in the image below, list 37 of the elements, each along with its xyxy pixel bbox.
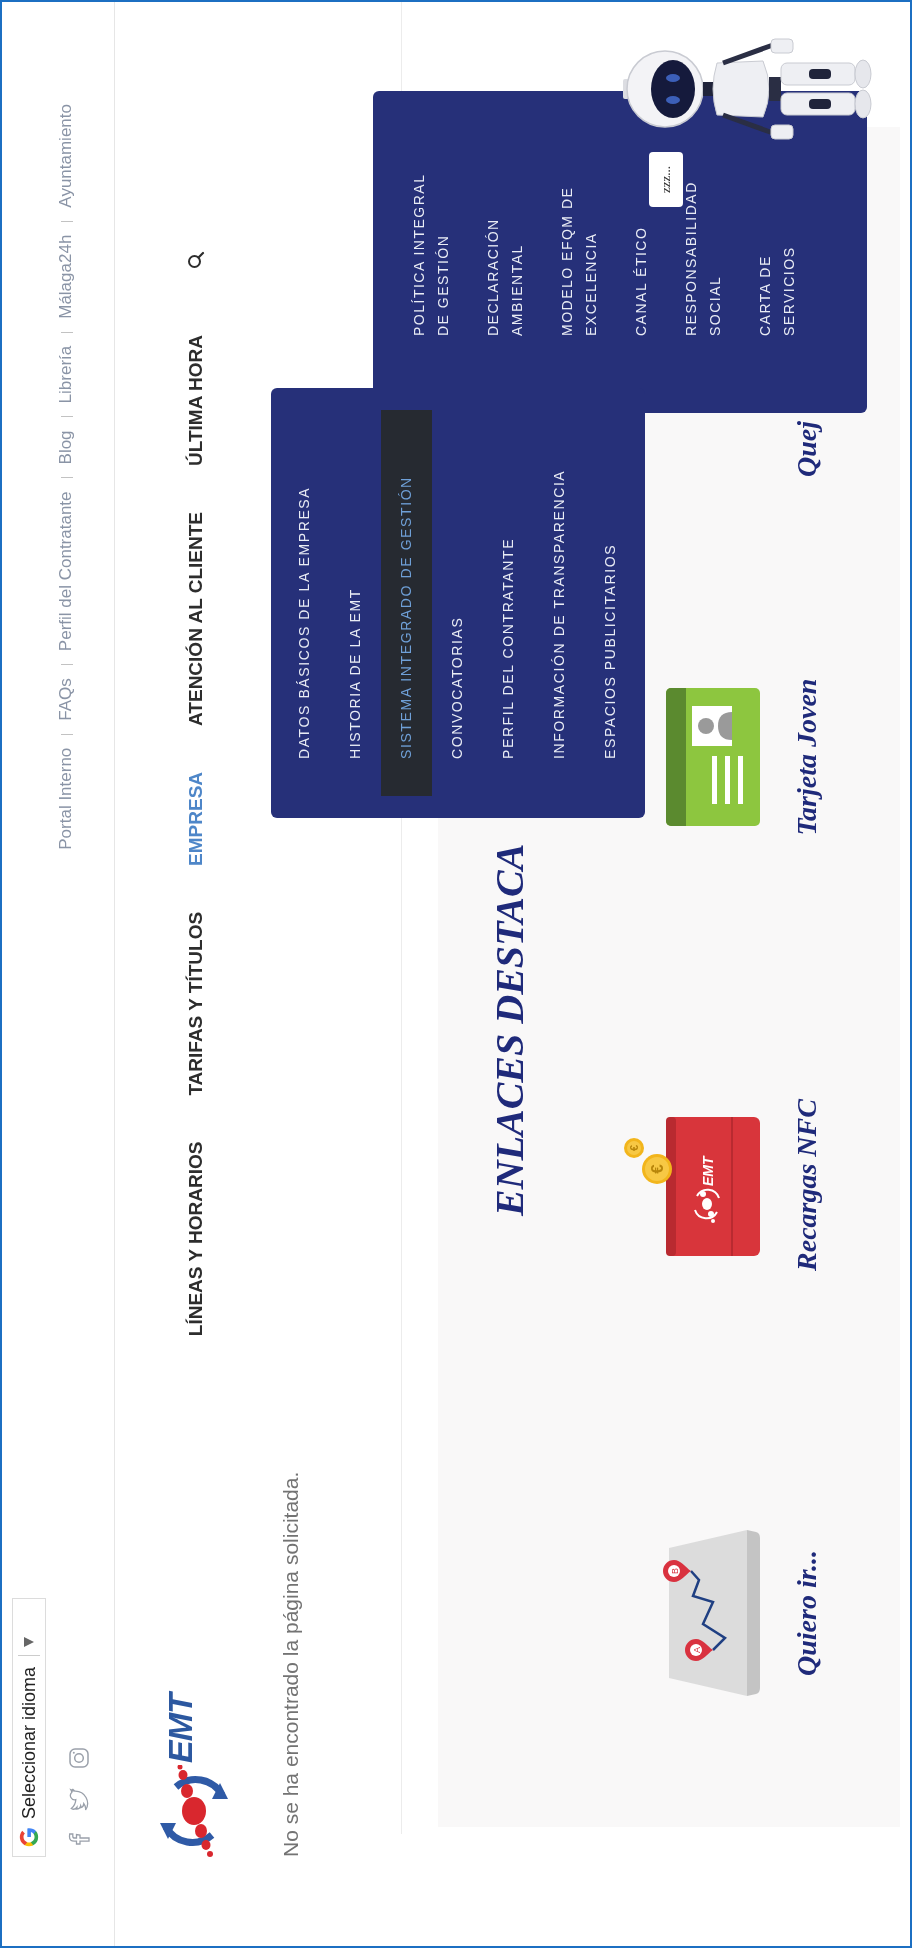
card-logo-text: EMT [700,1156,716,1186]
nav-link[interactable]: EMPRESA [185,771,207,866]
google-icon [18,1826,40,1848]
search-icon[interactable] [187,251,205,270]
error-message: No se ha encontrado la página solicitada. [278,1471,303,1857]
caret-icon [23,1635,35,1648]
coin-icon: € [624,1138,644,1158]
submenu-item[interactable]: POLÍTICA INTEGRAL DE GESTIÓN [407,166,455,336]
card-link[interactable]: Tarjeta Joven [790,678,824,836]
map-pin-icon: A [685,1639,713,1661]
submenu-item[interactable]: MODELO EFQM DE EXCELENCIA [555,166,603,336]
twitter-icon[interactable] [68,1787,90,1811]
nav-link[interactable]: TARIFAS Y TÍTULOS [185,911,207,1096]
nav-link[interactable]: ATENCIÓN AL CLIENTE [185,512,207,726]
menu-item[interactable]: DATOS BÁSICOS DE LA EMPRESA [279,410,330,796]
language-label: Seleccionar idioma [18,1666,40,1819]
language-select[interactable]: Seleccionar idioma [12,1598,46,1857]
card-link[interactable]: Recargas NFC [790,1099,824,1271]
nav-link[interactable]: ÚLTIMA HORA [185,335,207,466]
card-link[interactable]: Quiero ir... [790,1550,824,1676]
map-pin-icon: B [663,1560,691,1582]
menu-item[interactable]: PERFIL DEL CONTRATANTE [483,410,534,796]
instagram-icon[interactable] [68,1747,90,1769]
menu-item[interactable]: CONVOCATORIAS [432,410,483,796]
menu-item[interactable]: INFORMACIÓN DE TRANSPARENCIA [534,410,585,796]
robot-drawing[interactable] [623,38,873,141]
card-link[interactable]: Quej [790,421,824,477]
menu-item[interactable]: ESPACIOS PUBLICITARIOS [585,410,636,796]
menu-item[interactable]: HISTORIA DE LA EMT [330,410,381,796]
section-title: ENLACES DESTACA [487,843,533,1216]
submenu-item[interactable]: CANAL ÉTICO [629,226,653,336]
submenu-item[interactable]: CARTA DE SERVICIOS [753,166,801,336]
speech-bubble: zzz... [649,152,683,207]
submenu-item[interactable]: DECLARACIÓN AMBIENTAL [481,166,529,336]
coin-icon: € [642,1154,672,1184]
nav-link[interactable]: LÍNEAS Y HORARIOS [185,1141,207,1337]
menu-item[interactable]: SISTEMA INTEGRADO DE GESTIÓN [381,410,432,796]
